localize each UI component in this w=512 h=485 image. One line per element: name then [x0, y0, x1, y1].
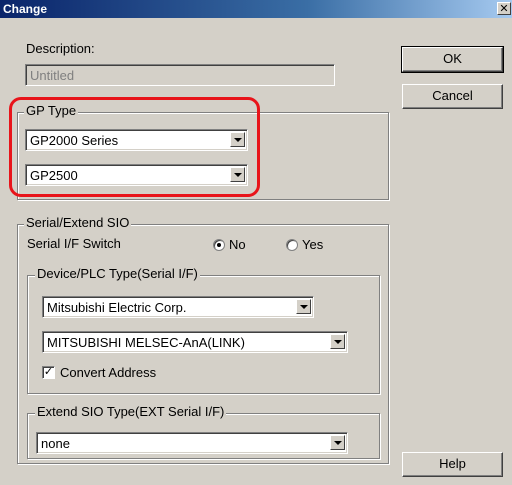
gp-series-value: GP2000 Series: [30, 133, 119, 148]
extend-sio-value: none: [41, 436, 70, 451]
extend-sio-group-label: Extend SIO Type(EXT Serial I/F): [35, 404, 227, 419]
gp-type-group-label: GP Type: [24, 103, 79, 118]
device-model-value: MITSUBISHI MELSEC-AnA(LINK): [47, 335, 245, 350]
convert-address-checkbox[interactable]: ✓: [42, 366, 55, 379]
chevron-down-icon[interactable]: [330, 334, 345, 349]
check-icon: ✓: [43, 366, 54, 378]
device-maker-select[interactable]: Mitsubishi Electric Corp.: [42, 296, 314, 318]
radio-yes[interactable]: [286, 239, 298, 251]
serial-group-label: Serial/Extend SIO: [24, 215, 132, 230]
close-icon: ✕: [499, 3, 509, 15]
convert-address-label[interactable]: Convert Address: [60, 365, 156, 380]
radio-yes-label[interactable]: Yes: [302, 237, 323, 252]
ok-button-label: OK: [443, 51, 462, 66]
extend-sio-select[interactable]: none: [36, 432, 348, 454]
chevron-down-icon[interactable]: [296, 299, 311, 314]
description-input: Untitled: [25, 64, 335, 86]
radio-no-label[interactable]: No: [229, 237, 246, 252]
window-title: Change: [3, 2, 48, 16]
device-group-label: Device/PLC Type(Serial I/F): [35, 266, 200, 281]
radio-no[interactable]: [213, 239, 225, 251]
description-label: Description:: [26, 41, 95, 56]
chevron-down-icon[interactable]: [230, 167, 245, 182]
gp-series-select[interactable]: GP2000 Series: [25, 129, 248, 151]
ok-button[interactable]: OK: [401, 46, 504, 73]
device-maker-value: Mitsubishi Electric Corp.: [47, 300, 187, 315]
device-model-select[interactable]: MITSUBISHI MELSEC-AnA(LINK): [42, 331, 348, 353]
close-button[interactable]: ✕: [497, 2, 511, 15]
title-bar[interactable]: Change ✕: [0, 0, 512, 18]
gp-model-select[interactable]: GP2500: [25, 164, 248, 186]
cancel-button[interactable]: Cancel: [402, 84, 503, 109]
change-dialog: Change ✕ Description: Untitled OK Cancel…: [0, 0, 512, 485]
help-button-label: Help: [439, 456, 466, 471]
help-button[interactable]: Help: [402, 452, 503, 477]
chevron-down-icon[interactable]: [330, 435, 345, 450]
cancel-button-label: Cancel: [432, 88, 473, 103]
chevron-down-icon[interactable]: [230, 132, 245, 147]
gp-type-group: [17, 112, 389, 200]
serial-switch-label: Serial I/F Switch: [27, 236, 121, 251]
description-value: Untitled: [30, 68, 75, 83]
gp-model-value: GP2500: [30, 168, 78, 183]
